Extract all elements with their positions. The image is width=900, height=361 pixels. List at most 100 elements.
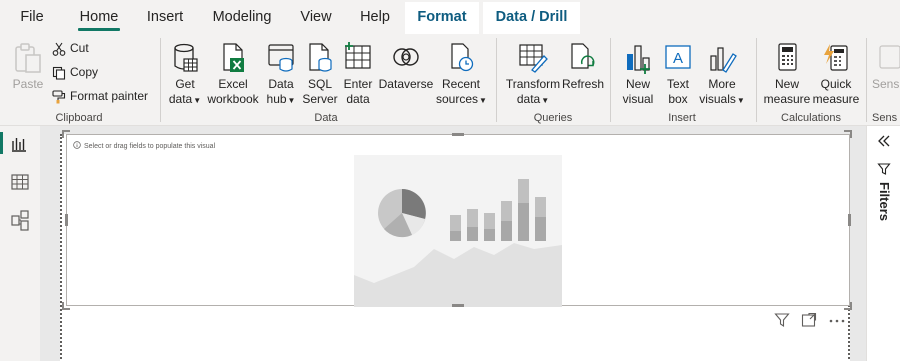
data-hub-label-1: Data	[268, 77, 294, 91]
resize-handle-top-left[interactable]	[62, 130, 70, 138]
tab-view[interactable]: View	[298, 0, 334, 34]
more-visuals-button[interactable]: More visuals▼	[698, 42, 746, 108]
refresh-label: Refresh	[562, 77, 605, 91]
info-icon	[73, 141, 81, 149]
tab-home[interactable]: Home	[78, 0, 120, 34]
group-label-data: Data	[314, 112, 338, 124]
get-data-label-2: data	[168, 92, 193, 106]
data-hub-icon	[268, 44, 294, 72]
group-label-insert: Insert	[668, 112, 696, 124]
tab-insert[interactable]: Insert	[142, 0, 188, 34]
tab-modeling[interactable]: Modeling	[210, 0, 274, 34]
recent-sources-button[interactable]: Recent sources▼	[436, 42, 487, 108]
new-measure-label-1: New	[774, 77, 799, 91]
excel-label-1: Excel	[218, 77, 248, 91]
resize-handle-bottom-right[interactable]	[844, 302, 852, 310]
dataverse-label: Dataverse	[378, 77, 434, 91]
menu-bar: File Home Insert Modeling View Help Form…	[0, 0, 900, 34]
sql-server-button[interactable]: SQL Server	[302, 42, 338, 107]
group-label-queries: Queries	[533, 112, 573, 124]
filter-pane-icon	[877, 163, 891, 175]
more-options-icon[interactable]	[828, 318, 846, 324]
dataverse-button[interactable]: Dataverse	[378, 42, 434, 92]
chevron-down-icon: ▼	[287, 96, 296, 105]
chevron-down-icon: ▼	[479, 96, 487, 105]
cut-button[interactable]: Cut	[52, 38, 89, 58]
recent-label-2: sources	[436, 92, 479, 106]
new-visual-button[interactable]: New visual	[618, 42, 658, 107]
view-switcher-rail	[0, 126, 40, 361]
quick-measure-button[interactable]: Quick measure	[812, 42, 860, 107]
data-hub-button[interactable]: Data hub▼	[262, 42, 300, 108]
model-view-button[interactable]	[6, 206, 34, 234]
new-measure-label-2: measure	[763, 92, 811, 106]
visual-placeholder-hint: Select or drag fields to populate this v…	[73, 141, 215, 150]
copy-button[interactable]: Copy	[52, 62, 98, 82]
chevron-down-icon: ▼	[193, 96, 202, 105]
empty-visual-container[interactable]: Select or drag fields to populate this v…	[66, 134, 850, 307]
get-data-button[interactable]: Get data▼	[166, 42, 204, 108]
chevron-down-icon: ▼	[736, 96, 745, 105]
quick-measure-label-2: measure	[812, 92, 860, 106]
ribbon-separator	[160, 38, 161, 122]
transform-label-2: data	[516, 92, 541, 106]
sensitivity-icon	[879, 45, 900, 69]
more-visuals-label-1: More	[708, 77, 736, 91]
resize-handle-left[interactable]	[65, 214, 68, 226]
paste-label: Paste	[12, 77, 44, 91]
recent-sources-icon	[451, 43, 474, 72]
recent-label-1: Recent	[441, 77, 481, 91]
resize-handle-top-right[interactable]	[844, 130, 852, 138]
group-label-clipboard: Clipboard	[55, 112, 103, 124]
bar-chart-icon	[12, 138, 26, 152]
paste-icon	[15, 43, 41, 73]
resize-handle-bottom-left[interactable]	[62, 302, 70, 310]
active-view-indicator	[0, 132, 3, 154]
more-visuals-icon	[710, 47, 737, 73]
ribbon-separator	[756, 38, 757, 122]
refresh-icon	[571, 43, 595, 69]
chevron-down-icon: ▼	[541, 96, 550, 105]
placeholder-text: Select or drag fields to populate this v…	[84, 143, 216, 150]
focus-mode-icon[interactable]	[801, 312, 817, 328]
filter-icon[interactable]	[774, 312, 790, 328]
excel-workbook-button[interactable]: Excel workbook	[206, 42, 260, 107]
visual-placeholder-illustration	[354, 155, 562, 307]
dataverse-icon	[393, 48, 419, 66]
copy-label: Copy	[70, 65, 99, 79]
paintbrush-icon	[52, 90, 66, 104]
group-label-sensitivity: Sens	[872, 112, 898, 124]
table-view-button[interactable]	[6, 168, 34, 196]
quick-measure-icon	[824, 44, 848, 71]
tab-help[interactable]: Help	[356, 0, 394, 34]
transform-data-icon	[519, 44, 548, 73]
new-visual-icon	[627, 45, 650, 74]
tab-data-drill[interactable]: Data / Drill	[483, 2, 580, 34]
paste-button[interactable]: Paste	[8, 42, 48, 92]
report-view-button[interactable]	[6, 130, 34, 158]
enter-data-button[interactable]: Enter data	[340, 42, 376, 107]
transform-data-button[interactable]: Transform data▼	[504, 42, 562, 108]
data-hub-label-2: hub	[266, 92, 287, 106]
ribbon-separator	[610, 38, 611, 122]
text-box-button[interactable]: A Text box	[660, 42, 696, 107]
table-add-icon	[345, 42, 371, 69]
enter-data-label-2: data	[346, 92, 370, 106]
expand-pane-icon[interactable]	[876, 134, 892, 148]
filters-pane-label[interactable]: Filters	[877, 182, 892, 221]
resize-handle-bottom[interactable]	[452, 304, 464, 307]
ribbon-separator	[866, 38, 867, 122]
refresh-button[interactable]: Refresh	[562, 42, 605, 92]
sql-label-1: SQL	[307, 77, 332, 91]
calculator-icon	[778, 43, 797, 71]
quick-measure-label-1: Quick	[820, 77, 852, 91]
new-measure-button[interactable]: New measure	[762, 42, 812, 107]
tab-file[interactable]: File	[14, 0, 50, 34]
format-painter-button[interactable]: Format painter	[52, 86, 148, 106]
tab-format[interactable]: Format	[405, 2, 479, 34]
sensitivity-button[interactable]: Sens	[872, 42, 900, 92]
resize-handle-right[interactable]	[848, 214, 851, 226]
sql-label-2: Server	[302, 92, 338, 106]
resize-handle-top[interactable]	[452, 133, 464, 136]
table-icon	[11, 174, 29, 190]
